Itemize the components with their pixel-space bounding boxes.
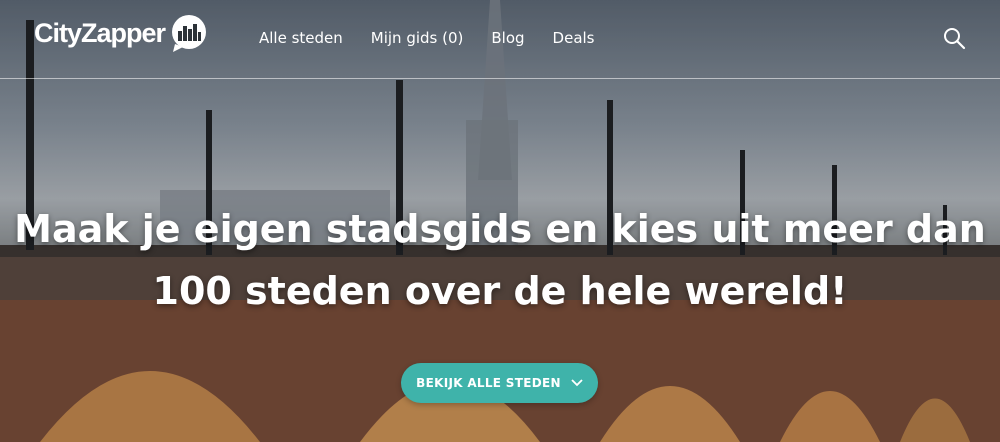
hero-headline: Maak je eigen stadsgids en kies uit meer… <box>14 207 986 313</box>
nav-item-alle-steden[interactable]: Alle steden <box>259 29 343 47</box>
view-all-cities-button[interactable]: BEKIJK ALLE STEDEN <box>401 363 598 403</box>
hero-section: CityZapper Alle steden Mijn gids (0) Blo… <box>0 0 1000 442</box>
cta-label: BEKIJK ALLE STEDEN <box>416 376 561 390</box>
nav-item-mijn-gids[interactable]: Mijn gids (0) <box>371 29 464 47</box>
search-icon[interactable] <box>942 26 966 50</box>
nav-item-blog[interactable]: Blog <box>491 29 524 47</box>
brand-logo[interactable]: CityZapper <box>34 14 207 52</box>
nav-item-deals[interactable]: Deals <box>553 29 595 47</box>
city-bubble-icon <box>172 15 207 52</box>
main-nav: Alle steden Mijn gids (0) Blog Deals <box>259 29 623 47</box>
chevron-down-icon <box>571 379 583 387</box>
top-navigation-bar: CityZapper Alle steden Mijn gids (0) Blo… <box>0 0 1000 79</box>
brand-name: CityZapper <box>34 17 166 48</box>
